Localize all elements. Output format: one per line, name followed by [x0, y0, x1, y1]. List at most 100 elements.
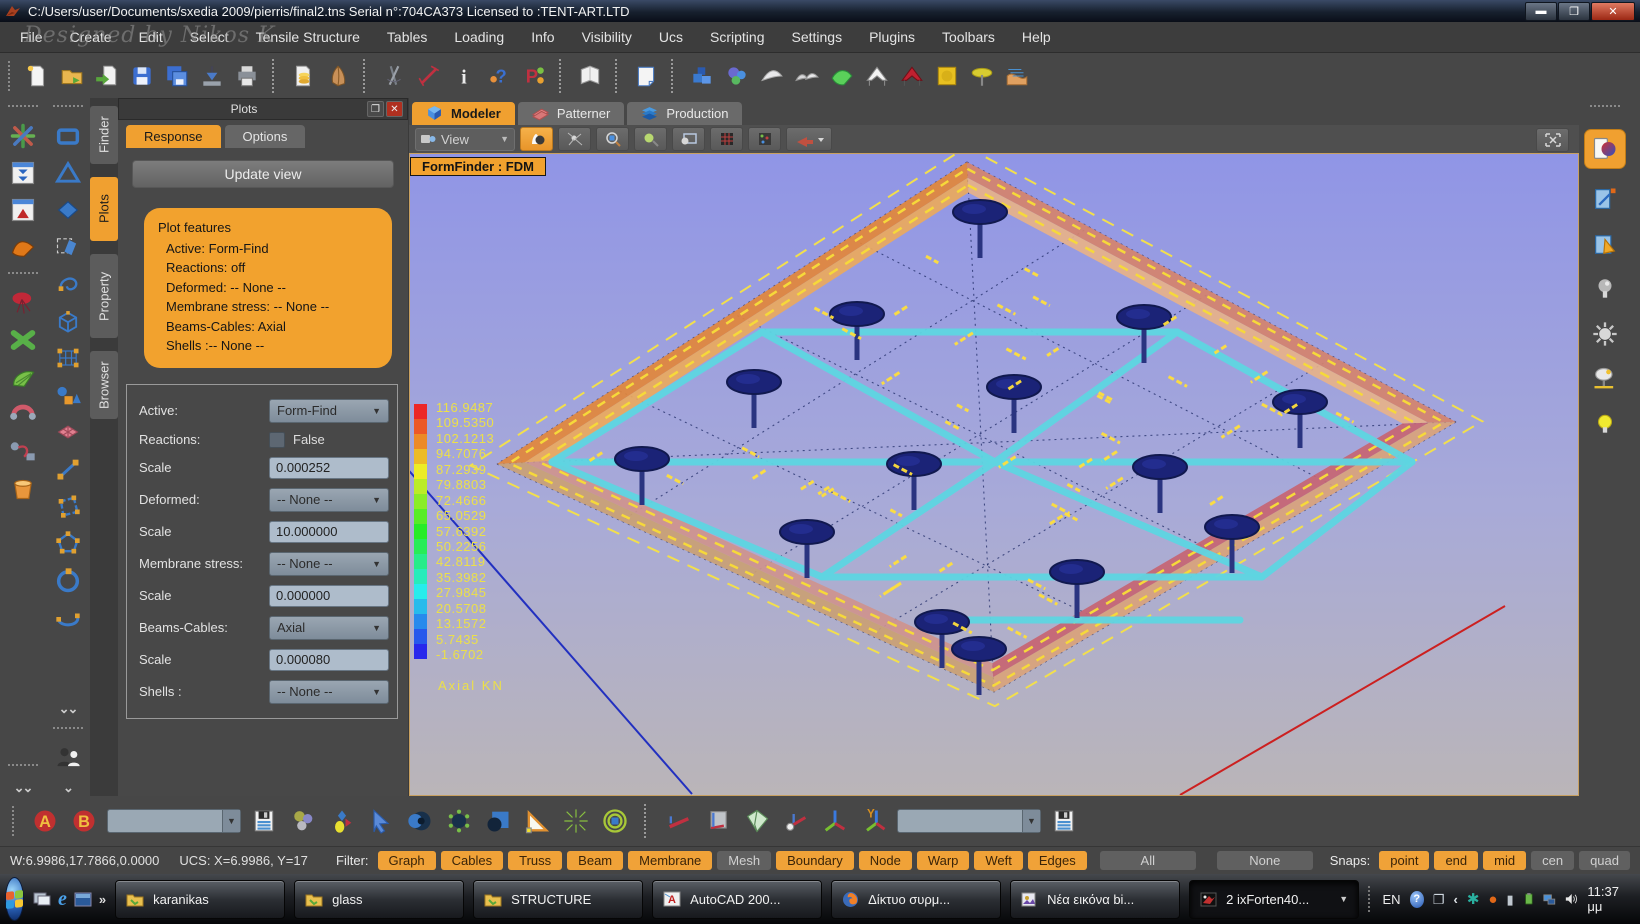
scale2-input[interactable]: [269, 520, 389, 543]
fan-tool[interactable]: [8, 362, 38, 392]
people-tool[interactable]: [53, 743, 83, 773]
measure-triangle-button[interactable]: [521, 804, 553, 838]
internet-explorer-icon[interactable]: e: [58, 888, 67, 911]
scale1-input[interactable]: [269, 456, 389, 479]
save-ucs-button[interactable]: [1048, 804, 1080, 838]
help-button[interactable]: ?: [483, 59, 515, 93]
filter-graph[interactable]: Graph: [377, 851, 436, 870]
flip-tool-button[interactable]: [786, 127, 832, 151]
toolbar-grip[interactable]: [8, 60, 14, 91]
pin-tool[interactable]: [8, 288, 38, 318]
print-button[interactable]: [231, 59, 263, 93]
reactions-checkbox[interactable]: [269, 431, 285, 448]
quick-launch-expand[interactable]: »: [99, 892, 106, 907]
menu-scripting[interactable]: Scripting: [710, 29, 764, 45]
taskbar-item-karanikas[interactable]: karanikas: [115, 879, 286, 919]
clock[interactable]: 11:37 μμ: [1587, 884, 1629, 914]
save-all-button[interactable]: [161, 59, 193, 93]
tab-plots[interactable]: Plots: [90, 177, 118, 241]
section-button[interactable]: [1001, 59, 1033, 93]
toolbar-grip[interactable]: [7, 272, 38, 278]
quad-tool[interactable]: [53, 491, 83, 521]
sketch-panel-button[interactable]: [1589, 184, 1621, 214]
membrane-button[interactable]: [826, 59, 858, 93]
label-a-button[interactable]: A: [29, 804, 61, 838]
menu-tensile-structure[interactable]: Tensile Structure: [256, 29, 360, 45]
select-nodes-button[interactable]: [558, 127, 591, 151]
grid-colored-button[interactable]: [748, 127, 781, 151]
filter-boundary[interactable]: Boundary: [776, 851, 854, 870]
lamp-button[interactable]: [1589, 274, 1621, 304]
model-cluster-button[interactable]: [721, 59, 753, 93]
pointer-button[interactable]: [365, 804, 397, 838]
taskbar-item-ixforten[interactable]: 2 ixForten40... ▼: [1189, 879, 1360, 919]
filter-none[interactable]: None: [1216, 851, 1313, 870]
tent-white-button[interactable]: [861, 59, 893, 93]
view-combo[interactable]: View ▼: [415, 127, 515, 151]
ucs-combo[interactable]: ▼: [897, 809, 1041, 833]
tab-patterner[interactable]: Patterner: [517, 102, 625, 125]
box-frame-tool[interactable]: [53, 306, 83, 336]
measure-button[interactable]: [378, 59, 410, 93]
snap-end[interactable]: end: [1434, 851, 1479, 870]
tab-finder[interactable]: Finder: [90, 106, 118, 164]
plane-tool[interactable]: [53, 121, 83, 151]
line-tool[interactable]: [53, 454, 83, 484]
menu-select[interactable]: Select: [190, 29, 229, 45]
fold-plane-button[interactable]: [741, 804, 773, 838]
snap-quad[interactable]: quad: [1579, 851, 1630, 870]
menu-info[interactable]: Info: [531, 29, 554, 45]
filter-node[interactable]: Node: [858, 851, 912, 870]
close-button[interactable]: ✕: [1591, 1, 1635, 21]
toolbar-grip[interactable]: [7, 105, 38, 111]
properties-button[interactable]: P: [518, 59, 550, 93]
tent-red-button[interactable]: [896, 59, 928, 93]
light-panel-button[interactable]: [1589, 229, 1621, 259]
toolbar-grip[interactable]: [1590, 105, 1620, 111]
menu-toolbars[interactable]: Toolbars: [942, 29, 995, 45]
toolbar-grip[interactable]: [52, 727, 83, 733]
membrane-shell-tool[interactable]: [8, 232, 38, 262]
menu-plugins[interactable]: Plugins: [869, 29, 915, 45]
triangle-tool[interactable]: [53, 158, 83, 188]
export-model-button[interactable]: [196, 59, 228, 93]
bulb-button[interactable]: [1589, 409, 1621, 439]
grid-frame-tool[interactable]: [53, 343, 83, 373]
new-document-button[interactable]: [21, 59, 53, 93]
spotlight-button[interactable]: [1589, 364, 1621, 394]
shaded-view-button[interactable]: [520, 127, 553, 151]
render-button[interactable]: [1584, 129, 1626, 169]
snap-mid[interactable]: mid: [1483, 851, 1527, 870]
menu-settings[interactable]: Settings: [791, 29, 842, 45]
restore-button[interactable]: ❐: [1558, 1, 1590, 21]
show-desktop-icon[interactable]: [33, 891, 51, 907]
mesh-gen-button[interactable]: [404, 804, 436, 838]
tray-app-gray-icon[interactable]: ▮: [1506, 893, 1513, 906]
network-icon[interactable]: [1543, 893, 1556, 906]
shapes-group-button[interactable]: [287, 804, 319, 838]
tray-app-orange-icon[interactable]: ●: [1488, 892, 1497, 907]
tab-production[interactable]: Production: [627, 102, 743, 125]
polygon-tool[interactable]: [53, 528, 83, 558]
viewport-canvas[interactable]: FormFinder : FDM 116.9487 109.5350 102.121…: [409, 153, 1579, 796]
expand-chevron[interactable]: ⌄⌄: [59, 701, 79, 717]
tray-app-icon[interactable]: ✱: [1467, 892, 1480, 907]
concentric-button[interactable]: [599, 804, 631, 838]
snap-point[interactable]: point: [1379, 851, 1430, 870]
expand-chevron[interactable]: ⌄: [63, 780, 74, 796]
filter-mesh[interactable]: Mesh: [717, 851, 772, 870]
material-button[interactable]: [322, 59, 354, 93]
deformed-dropdown[interactable]: -- None -- ▼: [269, 487, 389, 512]
window-icon[interactable]: [74, 892, 92, 907]
tiles-tool[interactable]: [53, 417, 83, 447]
umbrella-button[interactable]: [966, 59, 998, 93]
double-sail-button[interactable]: [791, 59, 823, 93]
tab-response[interactable]: Response: [126, 125, 221, 148]
arc-tool[interactable]: [8, 399, 38, 429]
export-window-tool[interactable]: [8, 195, 38, 225]
start-button[interactable]: [5, 877, 24, 921]
structure-canvas[interactable]: [410, 154, 1578, 795]
delete-tool[interactable]: [8, 325, 38, 355]
scale3-input[interactable]: [269, 584, 389, 607]
ellipse-tool[interactable]: [53, 602, 83, 632]
